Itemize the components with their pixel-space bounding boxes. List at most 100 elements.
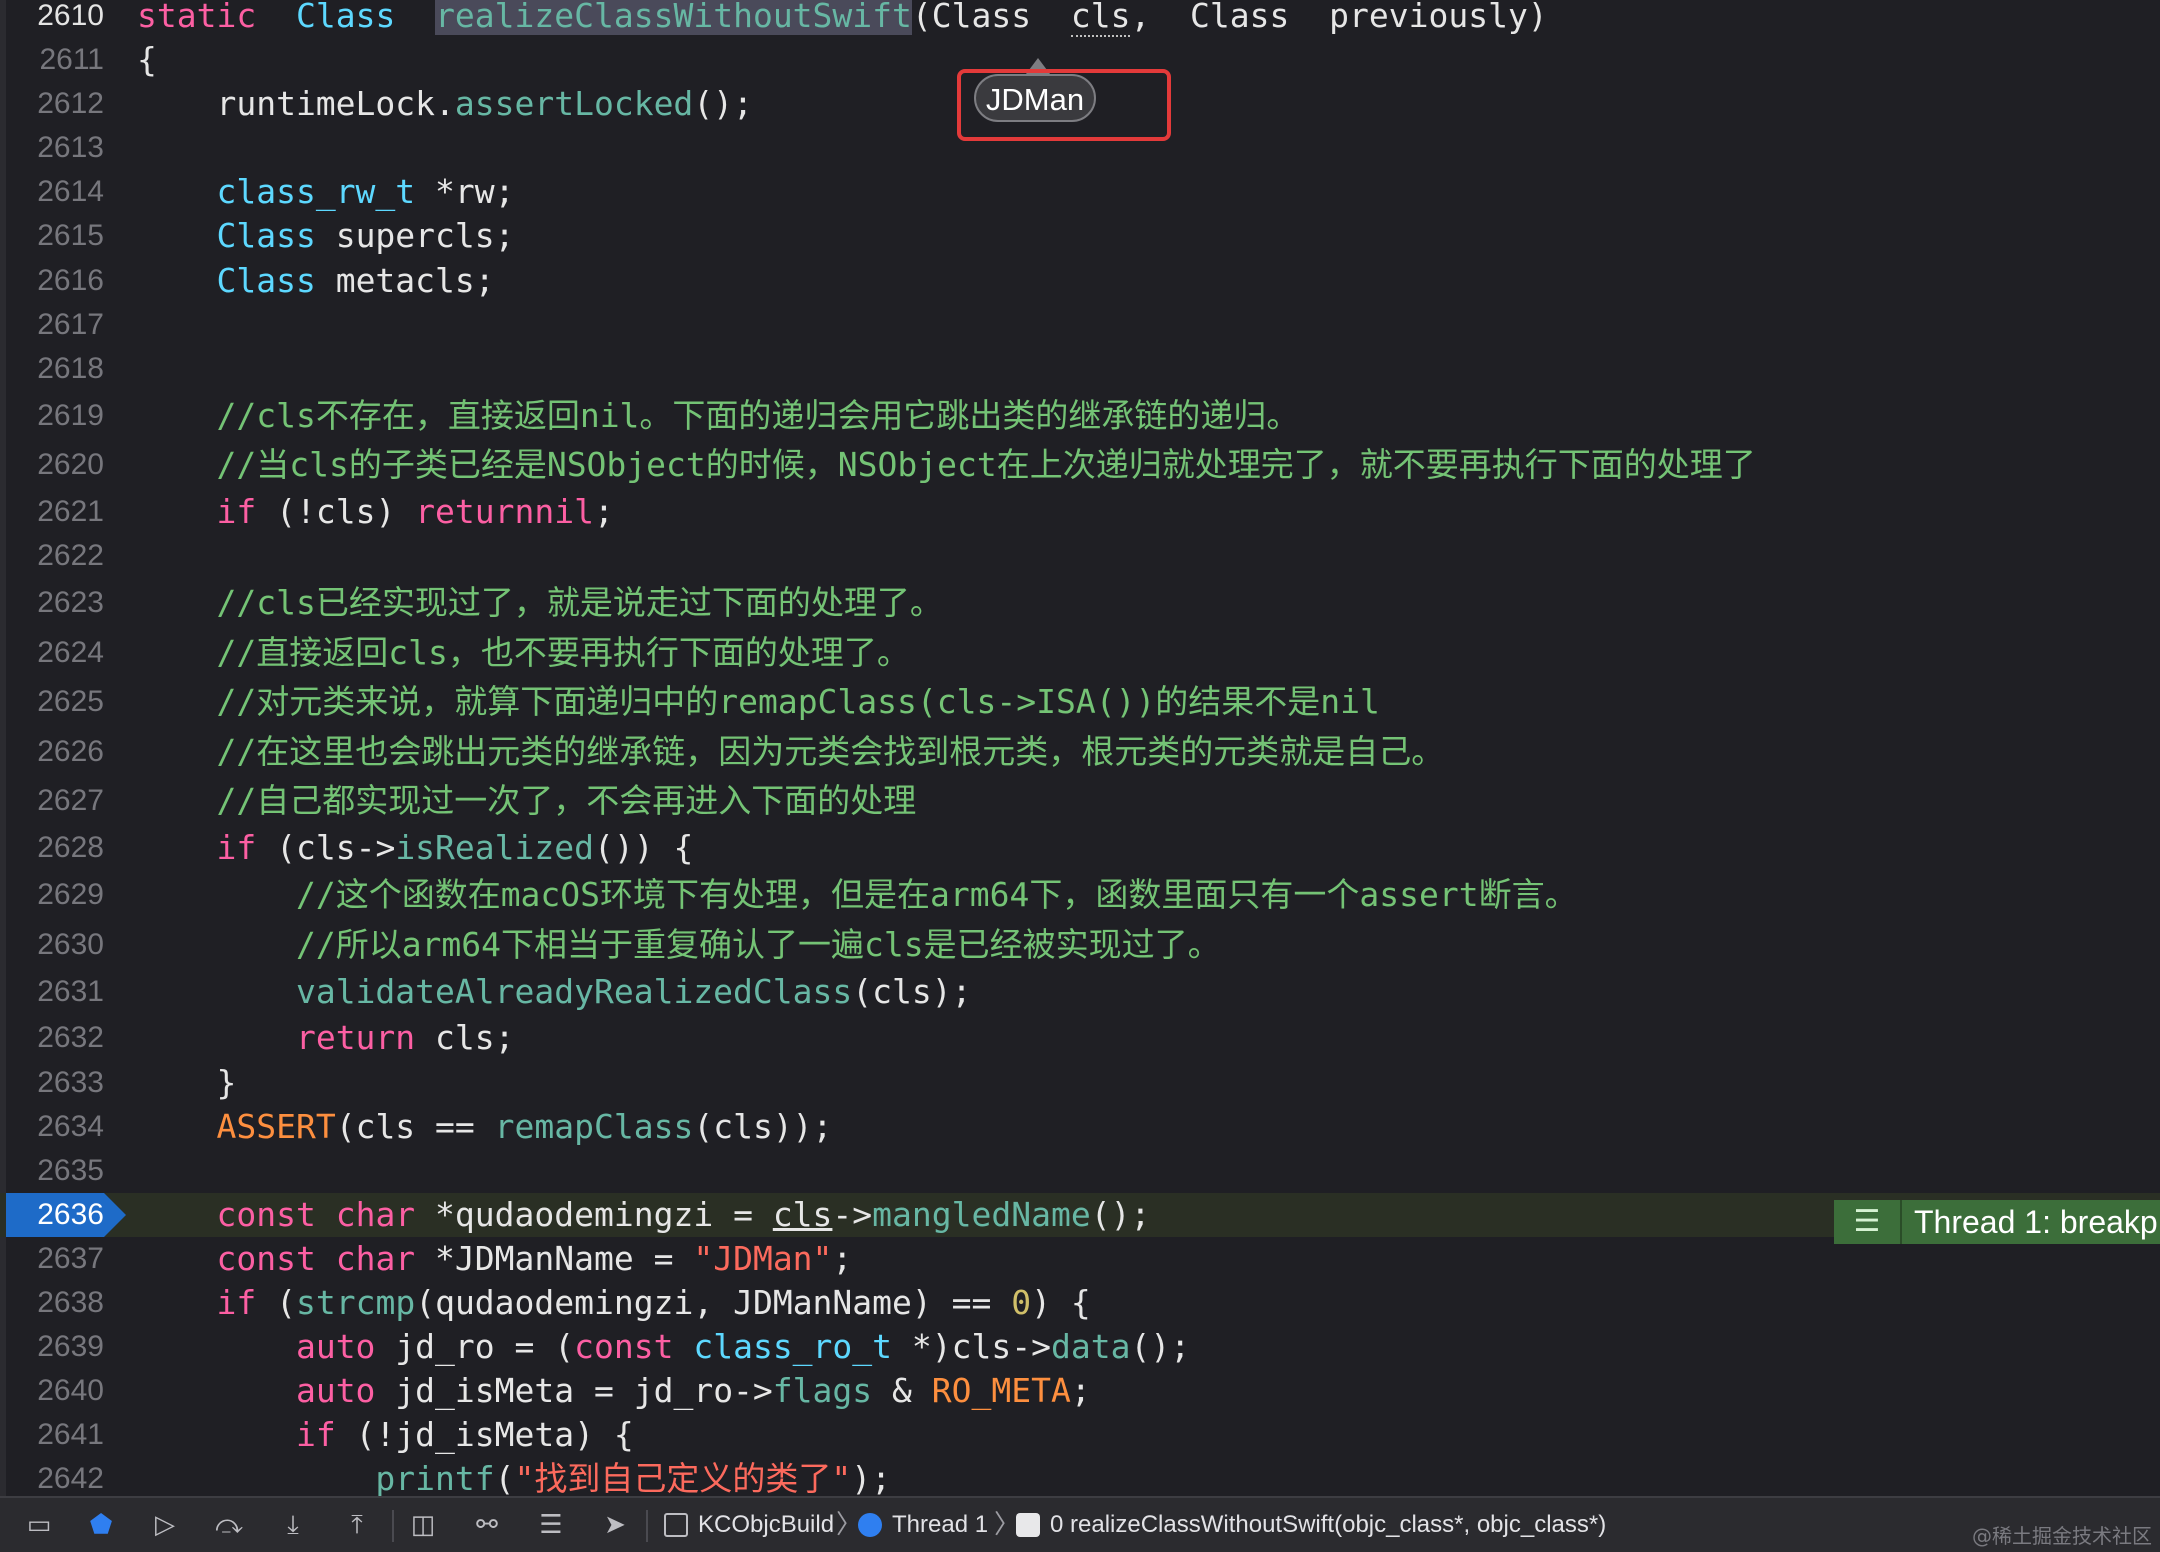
- line-number[interactable]: 2619: [0, 394, 104, 438]
- code-token: class_rw_t: [216, 172, 416, 212]
- code-text: {: [137, 38, 157, 82]
- continue-button[interactable]: ▷: [148, 1510, 182, 1540]
- step-over-button[interactable]: ⤼: [212, 1510, 246, 1540]
- code-token: &: [872, 1371, 932, 1411]
- breadcrumb-item[interactable]: Thread 1: [892, 1498, 988, 1552]
- list-icon[interactable]: ☰: [1834, 1200, 1902, 1244]
- memory-graph-button[interactable]: ⚯: [470, 1510, 504, 1540]
- line-number[interactable]: 2641: [0, 1413, 104, 1457]
- breakpoint-banner[interactable]: ☰ Thread 1: breakp: [1834, 1200, 2160, 1244]
- code-line[interactable]: 2640 auto jd_isMeta = jd_ro->flags & RO_…: [0, 1369, 2160, 1413]
- line-number[interactable]: 2623: [0, 581, 104, 625]
- code-line[interactable]: 2627 //自己都实现过一次了，不会再进入下面的处理: [0, 779, 2160, 823]
- line-number[interactable]: 2632: [0, 1016, 104, 1060]
- line-number[interactable]: 2642: [0, 1457, 104, 1496]
- code-line[interactable]: 2628 if (cls->isRealized()) {: [0, 826, 2160, 870]
- line-number[interactable]: 2625: [0, 680, 104, 724]
- view-hierarchy-button[interactable]: ◫: [406, 1510, 440, 1540]
- line-number[interactable]: 2618: [0, 347, 104, 391]
- code-line[interactable]: 2618: [0, 347, 2160, 391]
- code-line[interactable]: 2619 //cls不存在，直接返回nil。下面的递归会用它跳出类的继承链的递归…: [0, 394, 2160, 438]
- line-number[interactable]: 2616: [0, 259, 104, 303]
- chevron-right-icon: 〉: [994, 1510, 1021, 1540]
- line-number[interactable]: 2621: [0, 490, 104, 534]
- line-number[interactable]: 2627: [0, 779, 104, 823]
- code-line[interactable]: 2641 if (!jd_isMeta) {: [0, 1413, 2160, 1457]
- code-token: const: [216, 1238, 316, 1278]
- line-number[interactable]: 2610: [0, 0, 104, 38]
- line-number[interactable]: 2634: [0, 1105, 104, 1149]
- line-number[interactable]: 2637: [0, 1237, 104, 1281]
- code-line[interactable]: 2625 //对元类来说，就算下面递归中的remapClass(cls->ISA…: [0, 680, 2160, 724]
- line-number[interactable]: 2630: [0, 923, 104, 967]
- code-line[interactable]: 2632 return cls;: [0, 1016, 2160, 1060]
- line-number[interactable]: 2617: [0, 303, 104, 347]
- environment-overrides-button[interactable]: ☰: [534, 1510, 568, 1540]
- line-number[interactable]: 2622: [0, 534, 104, 578]
- code-token: *)cls->: [892, 1327, 1051, 1367]
- code-token: , Class previously): [1130, 0, 1548, 35]
- breakpoints-toggle-button[interactable]: ⬟: [84, 1510, 118, 1540]
- line-number[interactable]: 2631: [0, 970, 104, 1014]
- line-number[interactable]: 2629: [0, 873, 104, 917]
- line-number[interactable]: 2620: [0, 443, 104, 487]
- line-number[interactable]: 2633: [0, 1061, 104, 1105]
- code-line[interactable]: 2621 if (!cls) returnnil;: [0, 490, 2160, 534]
- line-number[interactable]: 2612: [0, 82, 104, 126]
- code-line[interactable]: 2638 if (strcmp(qudaodemingzi, JDManName…: [0, 1281, 2160, 1325]
- line-number[interactable]: 2624: [0, 631, 104, 675]
- code-line[interactable]: 2623 //cls已经实现过了，就是说走过下面的处理了。: [0, 581, 2160, 625]
- code-token: (!jd_isMeta) {: [335, 1415, 634, 1455]
- breadcrumb-item[interactable]: 0 realizeClassWithoutSwift(objc_class*, …: [1050, 1498, 1606, 1552]
- hide-debug-area-button[interactable]: ▭: [22, 1510, 56, 1540]
- line-number[interactable]: 2613: [0, 126, 104, 170]
- step-into-button[interactable]: ⤓: [276, 1510, 310, 1540]
- code-line[interactable]: 2626 //在这里也会跳出元类的继承链，因为元类会找到根元类，根元类的元类就是…: [0, 730, 2160, 774]
- code-line[interactable]: 2633 }: [0, 1061, 2160, 1105]
- code-token: return: [415, 492, 535, 532]
- breadcrumb-item[interactable]: KCObjcBuild: [698, 1498, 834, 1552]
- code-token: Class: [216, 260, 316, 300]
- breakpoint-arrow-icon[interactable]: [104, 1192, 126, 1237]
- code-line[interactable]: 2634 ASSERT(cls == remapClass(cls));: [0, 1105, 2160, 1149]
- code-line[interactable]: 2631 validateAlreadyRealizedClass(cls);: [0, 970, 2160, 1014]
- code-line[interactable]: 2629 //这个函数在macOS环境下有处理，但是在arm64下，函数里面只有…: [0, 873, 2160, 917]
- code-line[interactable]: 2614 class_rw_t *rw;: [0, 170, 2160, 214]
- code-token: static: [137, 0, 257, 35]
- code-line[interactable]: 2639 auto jd_ro = (const class_ro_t *)cl…: [0, 1325, 2160, 1369]
- line-number[interactable]: 2628: [0, 826, 104, 870]
- code-line[interactable]: 2617: [0, 303, 2160, 347]
- simulate-location-button[interactable]: ➤: [598, 1510, 632, 1540]
- line-number[interactable]: 2638: [0, 1281, 104, 1325]
- source-editor[interactable]: 2610 static Class realizeClassWithoutSwif…: [0, 0, 2160, 1496]
- code-token: (Class: [911, 0, 1071, 35]
- line-number[interactable]: 2614: [0, 170, 104, 214]
- code-line[interactable]: 2635: [0, 1149, 2160, 1193]
- code-line[interactable]: 2616 Class metacls;: [0, 259, 2160, 303]
- code-line[interactable]: 2624 //直接返回cls，也不要再执行下面的处理了。: [0, 631, 2160, 675]
- code-line[interactable]: 2610 static Class realizeClassWithoutSwif…: [0, 0, 2160, 38]
- code-text: static Class realizeClassWithoutSwift(Cl…: [137, 0, 1548, 38]
- code-text: //cls不存在，直接返回nil。下面的递归会用它跳出类的继承链的递归。: [137, 394, 1299, 438]
- code-token: );: [851, 1459, 892, 1496]
- step-out-button[interactable]: ⤒: [340, 1510, 374, 1540]
- code-text: //这个函数在macOS环境下有处理，但是在arm64下，函数里面只有一个ass…: [137, 873, 1578, 917]
- line-number[interactable]: 2615: [0, 214, 104, 258]
- code-line[interactable]: 2622: [0, 534, 2160, 578]
- line-number[interactable]: 2635: [0, 1149, 104, 1193]
- line-number[interactable]: 2639: [0, 1325, 104, 1369]
- code-line[interactable]: 2630 //所以arm64下相当于重复确认了一遍cls是已经被实现过了。: [0, 923, 2160, 967]
- code-line[interactable]: 2615 Class supercls;: [0, 214, 2160, 258]
- line-number[interactable]: 2626: [0, 730, 104, 774]
- code-line[interactable]: 2642 printf("找到自己定义的类了");: [0, 1457, 2160, 1496]
- code-token: ) {: [1031, 1283, 1091, 1323]
- line-number[interactable]: 2611: [0, 38, 104, 82]
- line-number[interactable]: 2640: [0, 1369, 104, 1413]
- code-line[interactable]: 2620 //当cls的子类已经是NSObject的时候，NSObject在上次…: [0, 443, 2160, 487]
- code-token: (!cls): [256, 492, 416, 532]
- code-token: //这个函数在macOS环境下有处理，但是在arm64下，函数里面只有一个ass…: [295, 875, 1578, 915]
- line-number[interactable]: 2636: [6, 1192, 104, 1237]
